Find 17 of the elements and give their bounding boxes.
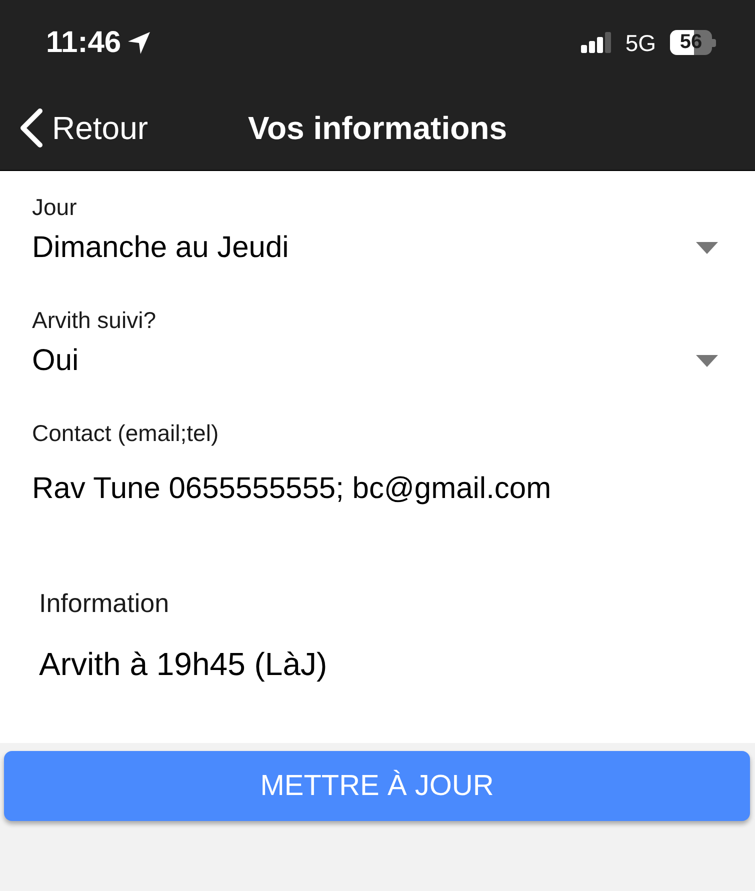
text-area[interactable]: Arvith à 19h45 (LàJ) — [0, 645, 755, 683]
network-type: 5G — [625, 30, 656, 56]
field-label: Contact (email;tel) — [32, 420, 219, 446]
location-arrow-icon — [127, 30, 152, 54]
field-label: Jour — [32, 194, 77, 220]
dropdown-caret-icon — [696, 355, 718, 367]
dropdown-select[interactable]: Oui — [0, 343, 755, 379]
signal-strength-icon — [581, 32, 612, 53]
dropdown-select[interactable]: Dimanche au Jeudi — [0, 230, 755, 266]
field-label: Information — [39, 588, 170, 618]
dropdown-caret-icon — [696, 242, 718, 254]
status-time: 11:46 — [46, 26, 122, 60]
text-input[interactable]: Rav Tune 0655555555; bc@gmail.com — [0, 471, 755, 507]
page-title: Vos informations — [248, 108, 507, 148]
back-chevron-icon — [18, 108, 44, 148]
back-button[interactable]: Retour — [18, 108, 148, 148]
field-label: Arvith suivi? — [32, 307, 156, 333]
